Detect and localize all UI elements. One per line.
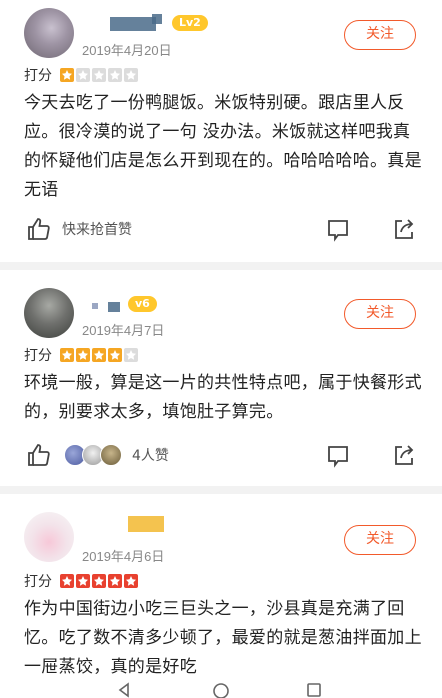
star-icon	[76, 574, 90, 588]
star-icon	[108, 68, 122, 82]
thumbs-up-icon	[28, 218, 50, 240]
review-card: 2019年4月6日 关注 打分 作为中国街边小吃三巨头之一，沙县真是充满了回忆。…	[0, 494, 442, 698]
star-icon	[108, 348, 122, 362]
star-icon	[124, 68, 138, 82]
star-icon	[60, 348, 74, 362]
star-icon	[124, 348, 138, 362]
back-icon[interactable]	[116, 682, 132, 698]
rating: 打分	[24, 571, 138, 591]
recents-icon[interactable]	[306, 682, 322, 698]
star-icon	[124, 574, 138, 588]
review-text[interactable]: 今天去吃了一份鸭腿饭。米饭特别硬。跟店里人反应。很冷漠的说了一句 没办法。米饭就…	[24, 89, 424, 205]
rating: 打分	[24, 345, 138, 365]
star-icon	[60, 68, 74, 82]
username-redacted[interactable]	[92, 303, 98, 309]
review-text[interactable]: 环境一般，算是这一片的共性特点吧，属于快餐形式的，别要求太多，填饱肚子算完。	[24, 369, 424, 427]
share-icon[interactable]	[392, 217, 416, 241]
thumbs-up-icon	[28, 444, 50, 466]
star-icon	[60, 574, 74, 588]
level-badge: Lv2	[172, 15, 208, 31]
star-rating	[60, 68, 138, 82]
review-card: Lv2 2019年4月20日 关注 打分 今天去吃了一份鸭腿饭。米饭特别硬。跟店…	[0, 0, 442, 262]
follow-button[interactable]: 关注	[344, 20, 416, 50]
star-rating	[60, 348, 138, 362]
rating-label: 打分	[24, 348, 52, 364]
liker-avatars[interactable]	[64, 444, 122, 466]
like-button[interactable]: 4人赞	[26, 442, 169, 468]
like-prompt: 快来抢首赞	[62, 222, 132, 238]
username-redacted[interactable]	[108, 302, 120, 312]
rating: 打分	[24, 65, 138, 85]
level-badge: v6	[128, 296, 157, 312]
username-redacted[interactable]	[110, 17, 156, 31]
follow-button[interactable]: 关注	[344, 299, 416, 329]
rating-label: 打分	[24, 574, 52, 590]
home-icon[interactable]	[212, 682, 230, 698]
review-date: 2019年4月7日	[82, 323, 165, 338]
star-icon	[76, 68, 90, 82]
star-icon	[108, 574, 122, 588]
username-redacted[interactable]	[152, 14, 162, 24]
comment-icon[interactable]	[326, 444, 350, 468]
system-nav-bar	[0, 682, 442, 698]
avatar[interactable]	[24, 288, 74, 338]
review-text[interactable]: 作为中国街边小吃三巨头之一，沙县真是充满了回忆。吃了数不清多少顿了，最爱的就是葱…	[24, 595, 424, 685]
review-date: 2019年4月20日	[82, 43, 172, 58]
username-redacted[interactable]	[128, 516, 164, 532]
review-card: v6 2019年4月7日 关注 打分 环境一般，算是这一片的共性特点吧，属于快餐…	[0, 270, 442, 486]
star-icon	[92, 68, 106, 82]
like-count: 4人赞	[132, 448, 169, 464]
like-button[interactable]: 快来抢首赞	[26, 216, 132, 242]
star-icon	[76, 348, 90, 362]
liker-avatar	[100, 444, 122, 466]
avatar[interactable]	[24, 512, 74, 562]
review-date: 2019年4月6日	[82, 549, 165, 564]
share-icon[interactable]	[392, 443, 416, 467]
star-rating	[60, 574, 138, 588]
star-icon	[92, 348, 106, 362]
star-icon	[92, 574, 106, 588]
follow-button[interactable]: 关注	[344, 525, 416, 555]
rating-label: 打分	[24, 68, 52, 84]
avatar[interactable]	[24, 8, 74, 58]
comment-icon[interactable]	[326, 218, 350, 242]
